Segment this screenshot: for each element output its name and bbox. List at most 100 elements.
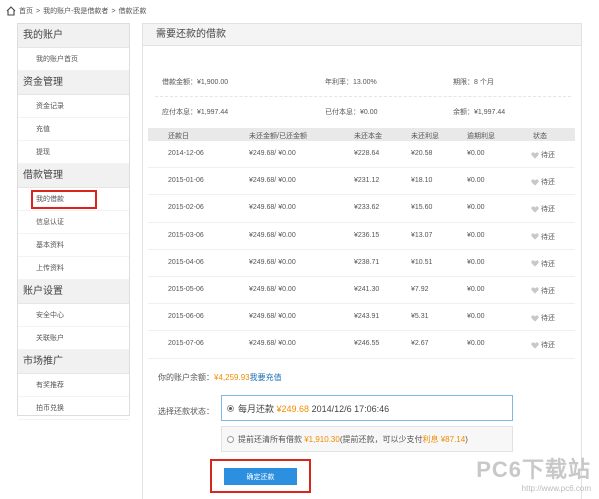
sidebar-item-upload[interactable]: 上传资料 bbox=[18, 257, 129, 280]
table-cell: ¥249.68/ ¥0.00 bbox=[249, 285, 296, 293]
table-cell: 2015-06-06 bbox=[168, 313, 204, 321]
sidebar-group-title: 借款管理 bbox=[18, 164, 129, 188]
table-row: 2015-01-06 ¥249.68/ ¥0.00 ¥231.12 ¥18.10 ¥0.… bbox=[148, 168, 575, 196]
heart-icon bbox=[531, 151, 539, 159]
heart-icon bbox=[531, 233, 539, 240]
status-badge: 待还 bbox=[531, 150, 555, 160]
option-text: 每月还款 ¥249.68 2014/12/6 17:06:46 bbox=[238, 403, 390, 414]
confirm-repay-button[interactable]: 确定还款 bbox=[224, 468, 297, 485]
table-cell: ¥249.68/ ¥0.00 bbox=[249, 204, 296, 212]
breadcrumb-home[interactable]: 首页 bbox=[19, 6, 33, 16]
status-text: 待还 bbox=[541, 260, 555, 268]
annual-rate: 年利率：13.00% bbox=[325, 79, 377, 86]
heart-icon bbox=[531, 342, 539, 349]
sidebar-item-account-home[interactable]: 我的账户首页 bbox=[18, 48, 129, 71]
table-cell: 2015-04-06 bbox=[168, 258, 204, 266]
sidebar-item-withdraw[interactable]: 提现 bbox=[18, 141, 129, 164]
radio-button[interactable] bbox=[227, 435, 234, 443]
table-cell: ¥228.64 bbox=[354, 150, 380, 157]
status-badge: 待还 bbox=[531, 259, 555, 269]
column-header: 未还利息 bbox=[411, 133, 439, 140]
watermark: PC6下载站 http://www.pc6.com bbox=[476, 452, 591, 493]
status-badge: 待还 bbox=[531, 204, 555, 214]
table-row: 2014-12-06 ¥249.68/ ¥0.00 ¥228.64 ¥20.58 ¥0.… bbox=[148, 141, 575, 169]
table-cell: ¥243.91 bbox=[354, 313, 380, 321]
home-icon[interactable] bbox=[6, 6, 16, 16]
sidebar-item-recharge[interactable]: 充值 bbox=[18, 118, 129, 141]
table-cell: ¥249.68/ ¥0.00 bbox=[249, 150, 296, 157]
sidebar-item-linked-accounts[interactable]: 关联账户 bbox=[18, 327, 129, 350]
early-amount: ¥1,910.30 bbox=[304, 434, 340, 444]
table-cell: 2015-03-06 bbox=[168, 231, 204, 239]
table-body: 2014-12-06 ¥249.68/ ¥0.00 ¥228.64 ¥20.58 ¥0.… bbox=[148, 141, 575, 359]
sidebar-item-security[interactable]: 安全中心 bbox=[18, 304, 129, 327]
sidebar-group-promotion: 市场推广 有奖推荐 拍币兑换 bbox=[18, 350, 129, 420]
balance-amount: ¥4,259.93 bbox=[214, 373, 250, 382]
column-header: 未还金额/已还金额 bbox=[249, 133, 307, 140]
remaining-balance: 余额：¥1,997.44 bbox=[453, 109, 506, 116]
status-text: 待还 bbox=[541, 233, 555, 241]
repay-option-label: 选择还款状态： bbox=[158, 407, 214, 416]
breadcrumb-separator: > bbox=[111, 7, 116, 15]
saved-interest: ¥87.14 bbox=[438, 434, 466, 444]
table-cell: ¥249.68/ ¥0.00 bbox=[249, 177, 296, 185]
table-cell: 2015-05-06 bbox=[168, 285, 204, 293]
breadcrumb-account[interactable]: 我的账户-我是借款者 bbox=[43, 6, 108, 16]
status-badge: 待还 bbox=[531, 340, 555, 350]
sidebar-group-settings: 账户设置 安全中心 关联账户 bbox=[18, 280, 129, 350]
table-cell: ¥13.07 bbox=[411, 231, 433, 239]
table-cell: ¥10.51 bbox=[411, 258, 433, 266]
column-header: 还款日 bbox=[168, 133, 189, 140]
sidebar-item-basic-info[interactable]: 基本资料 bbox=[18, 234, 129, 257]
sidebar-group-title: 我的账户 bbox=[18, 24, 129, 48]
heart-icon bbox=[531, 179, 539, 186]
option-early-repay[interactable]: 提前还清所有借款 ¥1,910.30(提前还款，可以少支付利息 ¥87.14) bbox=[221, 426, 513, 452]
monthly-amount: ¥249.68 bbox=[276, 403, 310, 414]
table-row: 2015-03-06 ¥249.68/ ¥0.00 ¥236.15 ¥13.07 ¥0.… bbox=[148, 223, 575, 250]
table-cell: ¥233.62 bbox=[354, 204, 380, 212]
option-text: 提前还清所有借款 ¥1,910.30(提前还款，可以少支付利息 ¥87.14) bbox=[238, 434, 468, 444]
heart-icon bbox=[531, 206, 539, 213]
option-monthly-repay[interactable]: 每月还款 ¥249.68 2014/12/6 17:06:46 bbox=[221, 395, 513, 421]
highlight-box bbox=[31, 190, 97, 209]
status-text: 待还 bbox=[541, 342, 555, 350]
table-row: 2015-04-06 ¥249.68/ ¥0.00 ¥238.71 ¥10.51 ¥0.… bbox=[148, 250, 575, 277]
recharge-link[interactable]: 我要充值 bbox=[250, 373, 282, 382]
loan-term: 期限：8 个月 bbox=[453, 79, 494, 86]
watermark-url: http://www.pc6.com bbox=[521, 484, 591, 493]
table-cell: ¥20.58 bbox=[411, 150, 433, 157]
table-cell: ¥249.68/ ¥0.00 bbox=[249, 231, 296, 239]
sidebar-item-coin-exchange[interactable]: 拍币兑换 bbox=[18, 397, 129, 420]
sidebar-item-my-loans[interactable]: 我的借款 bbox=[18, 188, 129, 211]
status-text: 待还 bbox=[541, 179, 555, 187]
table-cell: 2015-07-06 bbox=[168, 340, 204, 348]
table-cell: ¥2.67 bbox=[411, 340, 429, 348]
sidebar-item-referral[interactable]: 有奖推荐 bbox=[18, 374, 129, 397]
table-cell: ¥249.68/ ¥0.00 bbox=[249, 340, 296, 348]
status-badge: 待还 bbox=[531, 177, 555, 187]
repayment-table: 还款日 未还金额/已还金额 未还本金 未还利息 逾期利息 状态 2014-12-… bbox=[148, 128, 575, 359]
status-text: 待还 bbox=[541, 315, 555, 323]
breadcrumb-current: 借款还款 bbox=[118, 8, 147, 15]
total-due: 应付本息：¥1,997.44 bbox=[162, 109, 229, 116]
table-cell: 2015-01-06 bbox=[168, 177, 204, 185]
status-text: 待还 bbox=[541, 206, 555, 214]
table-cell: 2015-02-06 bbox=[168, 204, 204, 212]
sidebar-item-verification[interactable]: 信息认证 bbox=[18, 211, 129, 234]
table-cell: ¥18.10 bbox=[411, 177, 433, 185]
table-row: 2015-05-06 ¥249.68/ ¥0.00 ¥241.30 ¥7.92 ¥0.0… bbox=[148, 277, 575, 305]
heart-icon bbox=[531, 260, 539, 267]
radio-button-checked[interactable] bbox=[227, 404, 234, 412]
table-cell: ¥236.15 bbox=[354, 231, 380, 239]
table-row: 2015-02-06 ¥249.68/ ¥0.00 ¥233.62 ¥15.60 ¥0.… bbox=[148, 195, 575, 223]
sidebar-group-title: 账户设置 bbox=[18, 280, 129, 304]
table-cell: ¥0.00 bbox=[467, 285, 485, 293]
table-cell: ¥0.00 bbox=[467, 177, 485, 185]
heart-icon bbox=[531, 287, 539, 295]
watermark-brand: PC6下载站 bbox=[476, 457, 591, 482]
sidebar-item-fund-records[interactable]: 资金记录 bbox=[18, 95, 129, 118]
sidebar-group-loans: 借款管理 我的借款 信息认证 基本资料 上传资料 bbox=[18, 164, 129, 280]
column-header: 逾期利息 bbox=[467, 133, 495, 140]
sidebar-group-account: 我的账户 我的账户首页 bbox=[18, 24, 129, 71]
page-title: 需要还款的借款 bbox=[143, 24, 581, 46]
